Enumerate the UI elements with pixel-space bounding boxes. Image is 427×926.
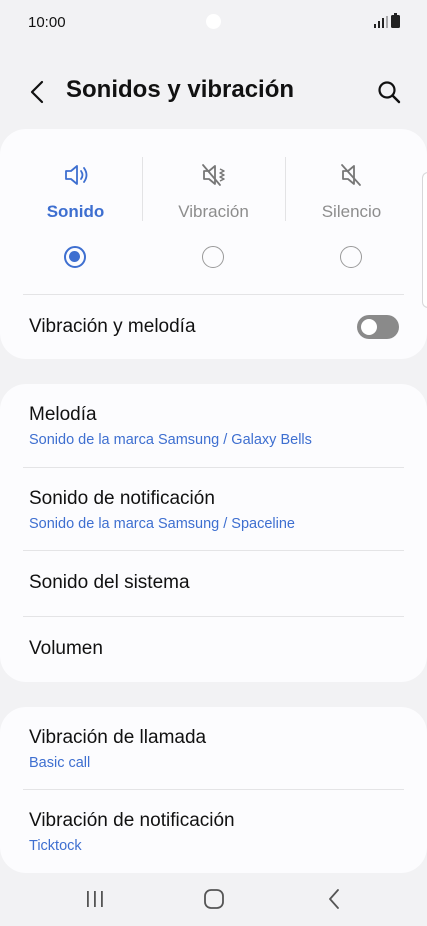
vibrate-with-ringtone-toggle[interactable] [357, 315, 399, 339]
mode-option-silent[interactable]: Silencio [283, 129, 420, 259]
notification-sound-value: Sonido de la marca Samsung / Spaceline [29, 516, 295, 532]
mode-label-sound: Sonido [46, 202, 105, 221]
vibrate-with-ringtone-label: Vibración y melodía [29, 316, 196, 337]
notification-vibration-row[interactable]: Vibración de notificación Ticktock [0, 790, 427, 873]
battery-icon [391, 13, 400, 33]
search-button[interactable] [376, 79, 402, 105]
notification-sound-row[interactable]: Sonido de notificación Sonido de la marc… [0, 468, 427, 550]
toggle-knob [361, 319, 377, 335]
speaker-icon [7, 161, 144, 189]
call-vibration-title: Vibración de llamada [29, 727, 207, 748]
radio-vibration[interactable] [202, 246, 224, 268]
mode-option-vibration[interactable]: Vibración [145, 129, 282, 259]
ringtone-title: Melodía [29, 404, 97, 425]
radio-silent[interactable] [340, 246, 362, 268]
radio-sound[interactable] [64, 246, 86, 268]
vibration-settings-card: Vibración de llamada Basic call Vibració… [0, 707, 427, 873]
vibrate-with-ringtone-row[interactable]: Vibración y melodía [0, 295, 427, 359]
volume-row[interactable]: Volumen [0, 617, 427, 682]
mode-separator [142, 157, 143, 221]
navigation-bar [0, 872, 427, 926]
status-time: 10:00 [28, 14, 66, 31]
chevron-left-icon [30, 80, 44, 104]
system-sound-row[interactable]: Sonido del sistema [0, 551, 427, 616]
home-icon [204, 889, 224, 909]
ringtone-row[interactable]: Melodía Sonido de la marca Samsung / Gal… [0, 384, 427, 466]
scroll-handle[interactable] [422, 172, 427, 308]
notification-sound-title: Sonido de notificación [29, 488, 215, 509]
status-bar: 10:00 [0, 0, 427, 44]
camera-cutout [206, 14, 221, 29]
mode-label-vibration: Vibración [178, 202, 249, 221]
sound-settings-card: Melodía Sonido de la marca Samsung / Gal… [0, 384, 427, 682]
mute-icon [283, 161, 420, 189]
mode-label-silent: Silencio [321, 202, 382, 221]
signal-icon [374, 15, 388, 33]
back-button[interactable] [26, 78, 50, 106]
header: Sonidos y vibración [0, 70, 427, 114]
sound-mode-card: Sonido Vibración Silencio Vibración y me… [0, 129, 427, 359]
back-icon [329, 889, 339, 909]
recent-apps-button[interactable] [80, 886, 110, 912]
ringtone-value: Sonido de la marca Samsung / Galaxy Bell… [29, 432, 312, 448]
system-sound-title: Sonido del sistema [29, 572, 190, 593]
recent-apps-icon [87, 891, 103, 907]
page-title: Sonidos y vibración [66, 76, 295, 103]
notification-vibration-title: Vibración de notificación [29, 810, 235, 831]
vibrate-icon [145, 161, 282, 189]
search-icon [378, 81, 401, 104]
mode-option-sound[interactable]: Sonido [7, 129, 144, 259]
call-vibration-value: Basic call [29, 755, 91, 771]
nav-back-button[interactable] [319, 886, 349, 912]
home-button[interactable] [199, 886, 229, 912]
call-vibration-row[interactable]: Vibración de llamada Basic call [0, 707, 427, 789]
notification-vibration-value: Ticktock [29, 838, 82, 854]
volume-title: Volumen [29, 638, 103, 659]
